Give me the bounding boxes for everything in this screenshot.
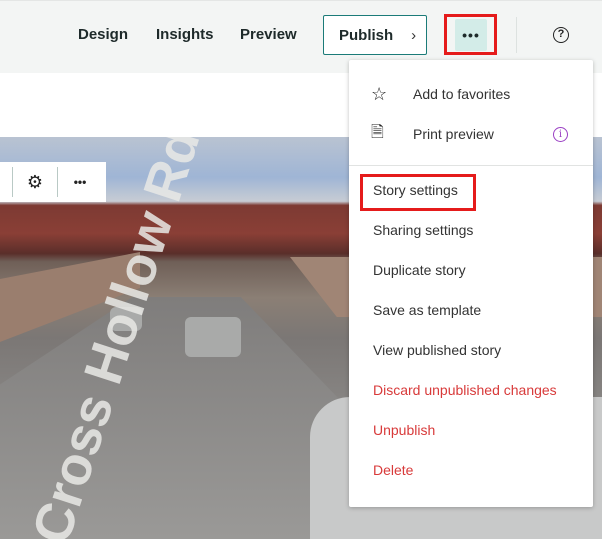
menu-item-label: Delete	[373, 462, 414, 478]
menu-item-label: Save as template	[373, 302, 482, 318]
block-toolbar: ⚙ •••	[0, 162, 106, 202]
nav-preview[interactable]: Preview	[240, 26, 297, 43]
publish-button[interactable]: Publish ›	[323, 15, 427, 55]
more-options-menu: ☆ Add to favorites 🗎 Print preview i Sto…	[349, 60, 593, 507]
menu-item-label: Sharing settings	[373, 222, 474, 238]
menu-item-unpublish[interactable]: Unpublish	[349, 410, 593, 450]
chevron-right-icon: ›	[411, 26, 417, 44]
menu-item-save-as-template[interactable]: Save as template	[349, 290, 593, 330]
nav-design[interactable]: Design	[78, 26, 128, 43]
menu-item-label: Add to favorites	[413, 86, 511, 102]
menu-item-delete[interactable]: Delete	[349, 450, 593, 490]
menu-item-label: Discard unpublished changes	[373, 382, 557, 398]
star-icon: ☆	[371, 83, 388, 104]
settings-icon[interactable]: ⚙	[13, 172, 57, 193]
menu-item-label: Print preview	[413, 126, 494, 142]
menu-item-view-published-story[interactable]: View published story	[349, 330, 593, 370]
highlight-box	[444, 14, 497, 55]
more-options-button[interactable]: •••	[58, 175, 102, 189]
menu-item-label: View published story	[373, 342, 502, 358]
divider	[349, 165, 593, 166]
nav-insights[interactable]: Insights	[156, 26, 214, 43]
help-icon[interactable]: ?	[553, 27, 569, 43]
pdf-file-icon: 🗎	[371, 123, 384, 141]
highlight-box	[360, 174, 476, 211]
menu-item-label: Unpublish	[373, 422, 436, 438]
menu-item-print-preview[interactable]: 🗎 Print preview i	[349, 114, 593, 154]
info-icon[interactable]: i	[553, 126, 568, 142]
publish-label: Publish	[339, 26, 394, 44]
menu-item-add-to-favorites[interactable]: ☆ Add to favorites	[349, 74, 593, 114]
menu-item-discard-changes[interactable]: Discard unpublished changes	[349, 370, 593, 410]
car	[185, 317, 241, 357]
divider	[516, 17, 517, 53]
menu-item-duplicate-story[interactable]: Duplicate story	[349, 250, 593, 290]
menu-item-sharing-settings[interactable]: Sharing settings	[349, 210, 593, 250]
menu-item-label: Duplicate story	[373, 262, 466, 278]
